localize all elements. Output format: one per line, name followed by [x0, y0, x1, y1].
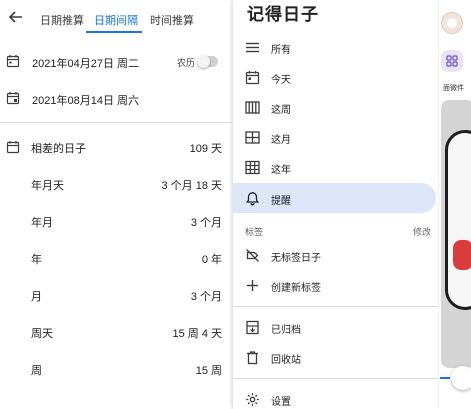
nav-item-reminders[interactable]: 提醒 [233, 183, 436, 213]
gear-icon [245, 392, 260, 407]
end-date-row[interactable]: 2021年08月14日 周六 [0, 87, 232, 111]
accent-line [440, 377, 450, 379]
result-row: 年月 3 个月 [0, 211, 232, 231]
navigation-drawer: 记得日子 所有 今天 这周 这月 这年 提醒 标签 修改 无标签日子 创建新标签… [233, 0, 438, 409]
nav-item-label: 这月 [271, 135, 291, 146]
edit-tags-link[interactable]: 修改 [413, 225, 431, 238]
plus-icon [245, 278, 260, 293]
back-arrow-icon[interactable] [6, 7, 26, 27]
bell-icon [245, 191, 260, 206]
calendar-icon [6, 54, 20, 68]
list-icon [245, 40, 260, 55]
nav-item-label: 已归档 [271, 325, 301, 336]
result-label: 年月 [31, 217, 53, 229]
floating-action-button[interactable] [451, 366, 471, 390]
drawer-divider [233, 306, 438, 307]
nav-item-today[interactable]: 今天 [233, 62, 436, 92]
result-value: 15 周 [195, 365, 222, 377]
illustration-accent [453, 240, 471, 270]
illustration-figure [445, 130, 471, 310]
divider [0, 122, 232, 123]
tab-date-calc[interactable]: 日期推算 [40, 12, 84, 28]
lunar-toggle[interactable] [197, 55, 218, 68]
toggle-knob [197, 55, 210, 68]
result-value: 15 周 4 天 [172, 328, 222, 340]
trash-icon [245, 350, 260, 365]
nav-item-settings[interactable]: 设置 [233, 384, 436, 409]
view-month-icon [245, 130, 260, 145]
result-value: 3 个月 [190, 291, 222, 303]
result-label: 年 [31, 254, 42, 266]
result-label: 年月天 [31, 180, 64, 192]
nav-item-archived[interactable]: 已归档 [233, 312, 436, 342]
nav-item-this-month[interactable]: 这月 [233, 122, 436, 152]
nav-item-label: 创建新标签 [271, 283, 321, 294]
drawer-title: 记得日子 [247, 5, 319, 24]
result-row: 周天 15 周 4 天 [0, 322, 232, 342]
widget-label: 面微件 [443, 85, 464, 92]
result-label: 月 [31, 291, 42, 303]
lunar-label: 农历 [177, 58, 196, 68]
nav-item-label: 这周 [271, 105, 291, 116]
preview-card [441, 100, 471, 368]
result-value: 0 年 [201, 254, 222, 266]
nav-item-label: 今天 [271, 75, 291, 86]
view-year-icon [245, 160, 260, 175]
nav-item-label: 提醒 [271, 196, 291, 207]
result-label: 周天 [31, 328, 53, 340]
nav-item-label: 设置 [271, 397, 291, 408]
nav-item-all[interactable]: 所有 [233, 32, 436, 62]
calendar-today-icon [245, 70, 260, 85]
result-label: 周 [31, 365, 42, 377]
tab-indicator [86, 31, 142, 33]
nav-item-this-year[interactable]: 这年 [233, 152, 436, 182]
result-row: 年 0 年 [0, 248, 232, 268]
result-value: 3 个月 [190, 217, 222, 229]
start-date-value: 2021年04月27日 周二 [32, 58, 139, 70]
avatar-face [447, 18, 457, 28]
nav-item-label: 无标签日子 [271, 253, 321, 264]
label-off-icon [245, 248, 260, 263]
result-value: 109 天 [189, 143, 222, 155]
result-label: 相差的日子 [31, 143, 86, 155]
nav-item-label: 这年 [271, 165, 291, 176]
archive-icon [245, 320, 260, 335]
nav-item-untagged[interactable]: 无标签日子 [233, 240, 436, 270]
widget-icon[interactable] [441, 50, 463, 72]
tags-section-label: 标签 [245, 227, 264, 237]
calendar-range-icon [6, 140, 20, 154]
nav-item-create-tag[interactable]: 创建新标签 [233, 270, 436, 300]
calendar-event-icon [6, 91, 20, 105]
end-date-value: 2021年08月14日 周六 [32, 95, 139, 107]
nav-item-label: 回收站 [271, 355, 301, 366]
drawer-divider [233, 378, 438, 379]
result-value: 3 个月 18 天 [161, 180, 222, 192]
view-week-icon [245, 100, 260, 115]
result-row: 相差的日子 109 天 [0, 137, 232, 157]
avatar[interactable] [441, 12, 463, 34]
result-row: 年月天 3 个月 18 天 [0, 174, 232, 194]
nav-item-this-week[interactable]: 这周 [233, 92, 436, 122]
tab-time-calc[interactable]: 时间推算 [150, 12, 194, 28]
result-row: 周 15 周 [0, 359, 232, 379]
result-row: 月 3 个月 [0, 285, 232, 305]
nav-item-label: 所有 [271, 45, 291, 56]
tab-date-interval[interactable]: 日期间隔 [94, 12, 138, 28]
nav-item-trash[interactable]: 回收站 [233, 342, 436, 372]
